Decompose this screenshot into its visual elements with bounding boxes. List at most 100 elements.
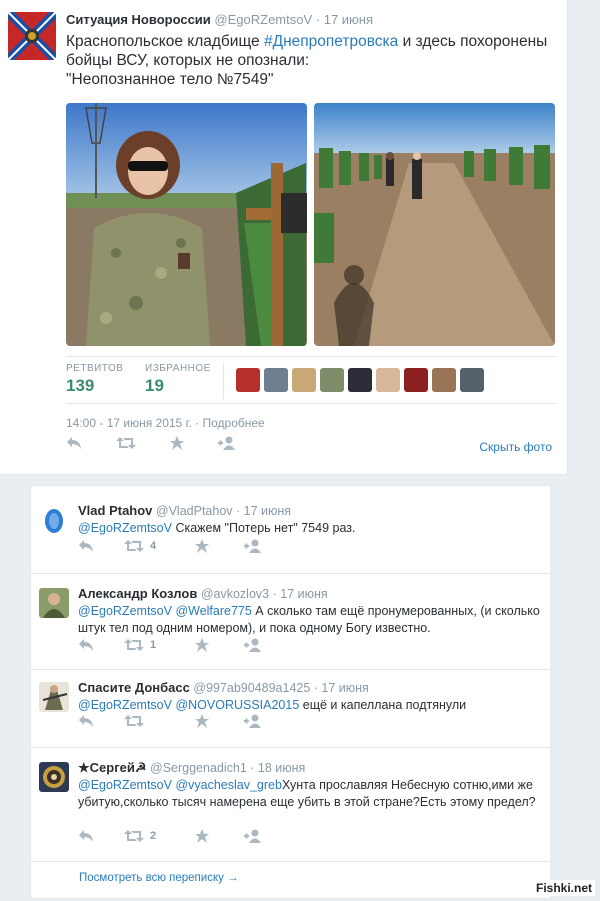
reply-tweet: ★Сергей☭ @Serggenadich1 · 18 июня @EgoRZ… [31, 748, 550, 862]
avatar[interactable] [8, 12, 56, 60]
reply-button[interactable] [66, 436, 82, 450]
reply-icon [79, 715, 93, 727]
reply-author-name[interactable]: ★Сергей☭ [78, 760, 147, 775]
see-all-conversation: Посмотреть всю переписку → [31, 862, 550, 898]
follow-button[interactable] [244, 638, 262, 652]
mention-link[interactable]: @EgoRZemtsoV @NOVORUSSIA2015 [78, 698, 299, 712]
reply-button[interactable] [78, 539, 94, 553]
reply-username[interactable]: @avkozlov3 [201, 587, 269, 601]
hashtag-link[interactable]: #Днепропетровска [264, 33, 398, 50]
retweet-count: 1 [150, 639, 157, 651]
retweets-count: 139 [66, 376, 95, 395]
mention-link[interactable]: @EgoRZemtsoV @vyacheslav_greb [78, 778, 282, 792]
retweet-count: 2 [150, 830, 157, 842]
retweet-button[interactable] [116, 436, 136, 450]
retweet-button[interactable]: 4 [124, 539, 156, 553]
follow-button[interactable] [244, 714, 262, 728]
favorite-icon [195, 829, 209, 843]
retweet-button[interactable] [124, 714, 150, 728]
favorite-button[interactable] [170, 436, 184, 450]
retweeter-avatars [236, 368, 484, 392]
reply-icon [79, 639, 93, 651]
retweet-icon [124, 715, 144, 727]
reply-text: @EgoRZemtsoV @NOVORUSSIA2015 ещё и капел… [78, 697, 543, 714]
avatar[interactable] [236, 368, 260, 392]
reply-button[interactable] [78, 638, 94, 652]
follow-button[interactable] [218, 436, 236, 450]
favorite-icon [195, 539, 209, 553]
replies-list: Vlad Ptahov @VladPtahov · 17 июня @EgoRZ… [30, 485, 551, 899]
author-name[interactable]: Ситуация Новороссии [66, 12, 211, 27]
reply-icon [67, 437, 81, 449]
reply-username[interactable]: @997ab90489a1425 [193, 681, 310, 695]
author-username[interactable]: @EgoRZemtsoV [214, 12, 312, 27]
avatar[interactable] [432, 368, 456, 392]
reply-header: ★Сергей☭ @Serggenadich1 · 18 июня [78, 760, 305, 776]
reply-author-name[interactable]: Спасите Донбасс [78, 680, 190, 695]
hide-photo-link[interactable]: Скрыть фото [479, 440, 552, 454]
reply-username[interactable]: @VladPtahov [156, 504, 233, 518]
tweet-header: Ситуация Новороссии @EgoRZemtsoV · 17 ию… [66, 12, 373, 27]
favorite-icon [170, 436, 184, 450]
avatar[interactable] [404, 368, 428, 392]
avatar[interactable] [292, 368, 316, 392]
reply-button[interactable] [78, 829, 94, 843]
tweet-date[interactable]: · 17 июня [316, 12, 373, 27]
tweet-text: Краснопольское кладбище #Днепропетровска… [66, 32, 556, 89]
reply-button[interactable] [78, 714, 94, 728]
avatar[interactable] [264, 368, 288, 392]
reply-icon [79, 540, 93, 552]
main-tweet: Ситуация Новороссии @EgoRZemtsoV · 17 ию… [0, 0, 568, 475]
reply-header: Александр Козлов @avkozlov3 · 17 июня [78, 586, 328, 601]
favorite-button[interactable] [195, 539, 209, 553]
reply-tweet: Спасите Донбасс @997ab90489a1425 · 17 ию… [31, 670, 550, 748]
tweet-stats: РЕТВИТОВ 139 ИЗБРАННОЕ 19 [66, 356, 556, 404]
avatar[interactable] [39, 588, 69, 618]
reply-date[interactable]: · 17 июня [236, 504, 291, 518]
stats-divider [223, 363, 224, 399]
tweet-text-quote: "Неопознанное тело №7549" [66, 71, 274, 88]
retweet-icon [124, 540, 144, 552]
favorites-stat[interactable]: ИЗБРАННОЕ 19 [145, 363, 211, 396]
avatar[interactable] [460, 368, 484, 392]
reply-header: Vlad Ptahov @VladPtahov · 17 июня [78, 503, 291, 518]
follow-icon [244, 714, 261, 728]
reply-text-body: Скажем "Потерь нет" 7549 раз. [171, 521, 356, 535]
retweets-label: РЕТВИТОВ [66, 363, 124, 374]
mention-link[interactable]: @EgoRZemtsoV @Welfare775 [78, 604, 252, 618]
tweet-photo-1[interactable] [66, 103, 307, 346]
reply-date[interactable]: · 18 июня [250, 761, 305, 775]
retweet-icon [116, 437, 136, 449]
follow-icon [244, 539, 261, 553]
avatar[interactable] [39, 762, 69, 792]
tweet-timestamp[interactable]: 14:00 - 17 июня 2015 г. · Подробнее [66, 416, 265, 430]
avatar[interactable] [320, 368, 344, 392]
avatar[interactable] [376, 368, 400, 392]
avatar[interactable] [348, 368, 372, 392]
follow-icon [218, 436, 235, 450]
reply-text: @EgoRZemtsoV @vyacheslav_grebХунта просл… [78, 777, 543, 811]
follow-button[interactable] [244, 829, 262, 843]
favorite-button[interactable] [195, 638, 209, 652]
tweet-photo-2[interactable] [314, 103, 555, 346]
reply-author-name[interactable]: Vlad Ptahov [78, 503, 152, 518]
follow-button[interactable] [244, 539, 262, 553]
follow-icon [244, 638, 261, 652]
retweets-stat[interactable]: РЕТВИТОВ 139 [66, 363, 123, 396]
reply-username[interactable]: @Serggenadich1 [150, 761, 247, 775]
reply-date[interactable]: · 17 июня [314, 681, 369, 695]
retweet-icon [124, 639, 144, 651]
avatar[interactable] [39, 682, 69, 712]
see-all-link[interactable]: Посмотреть всю переписку → [79, 872, 239, 884]
favorite-button[interactable] [195, 829, 209, 843]
favorite-button[interactable] [195, 714, 209, 728]
retweet-button[interactable]: 1 [124, 638, 156, 652]
retweet-button[interactable]: 2 [124, 829, 156, 843]
avatar[interactable] [39, 505, 69, 535]
reply-date[interactable]: · 17 июня [273, 587, 328, 601]
mention-link[interactable]: @EgoRZemtsoV [78, 521, 172, 535]
reply-header: Спасите Донбасс @997ab90489a1425 · 17 ию… [78, 680, 369, 695]
reply-text: @EgoRZemtsoV @Welfare775 А сколько там е… [78, 603, 543, 637]
favorites-label: ИЗБРАННОЕ [145, 363, 211, 374]
reply-author-name[interactable]: Александр Козлов [78, 586, 197, 601]
